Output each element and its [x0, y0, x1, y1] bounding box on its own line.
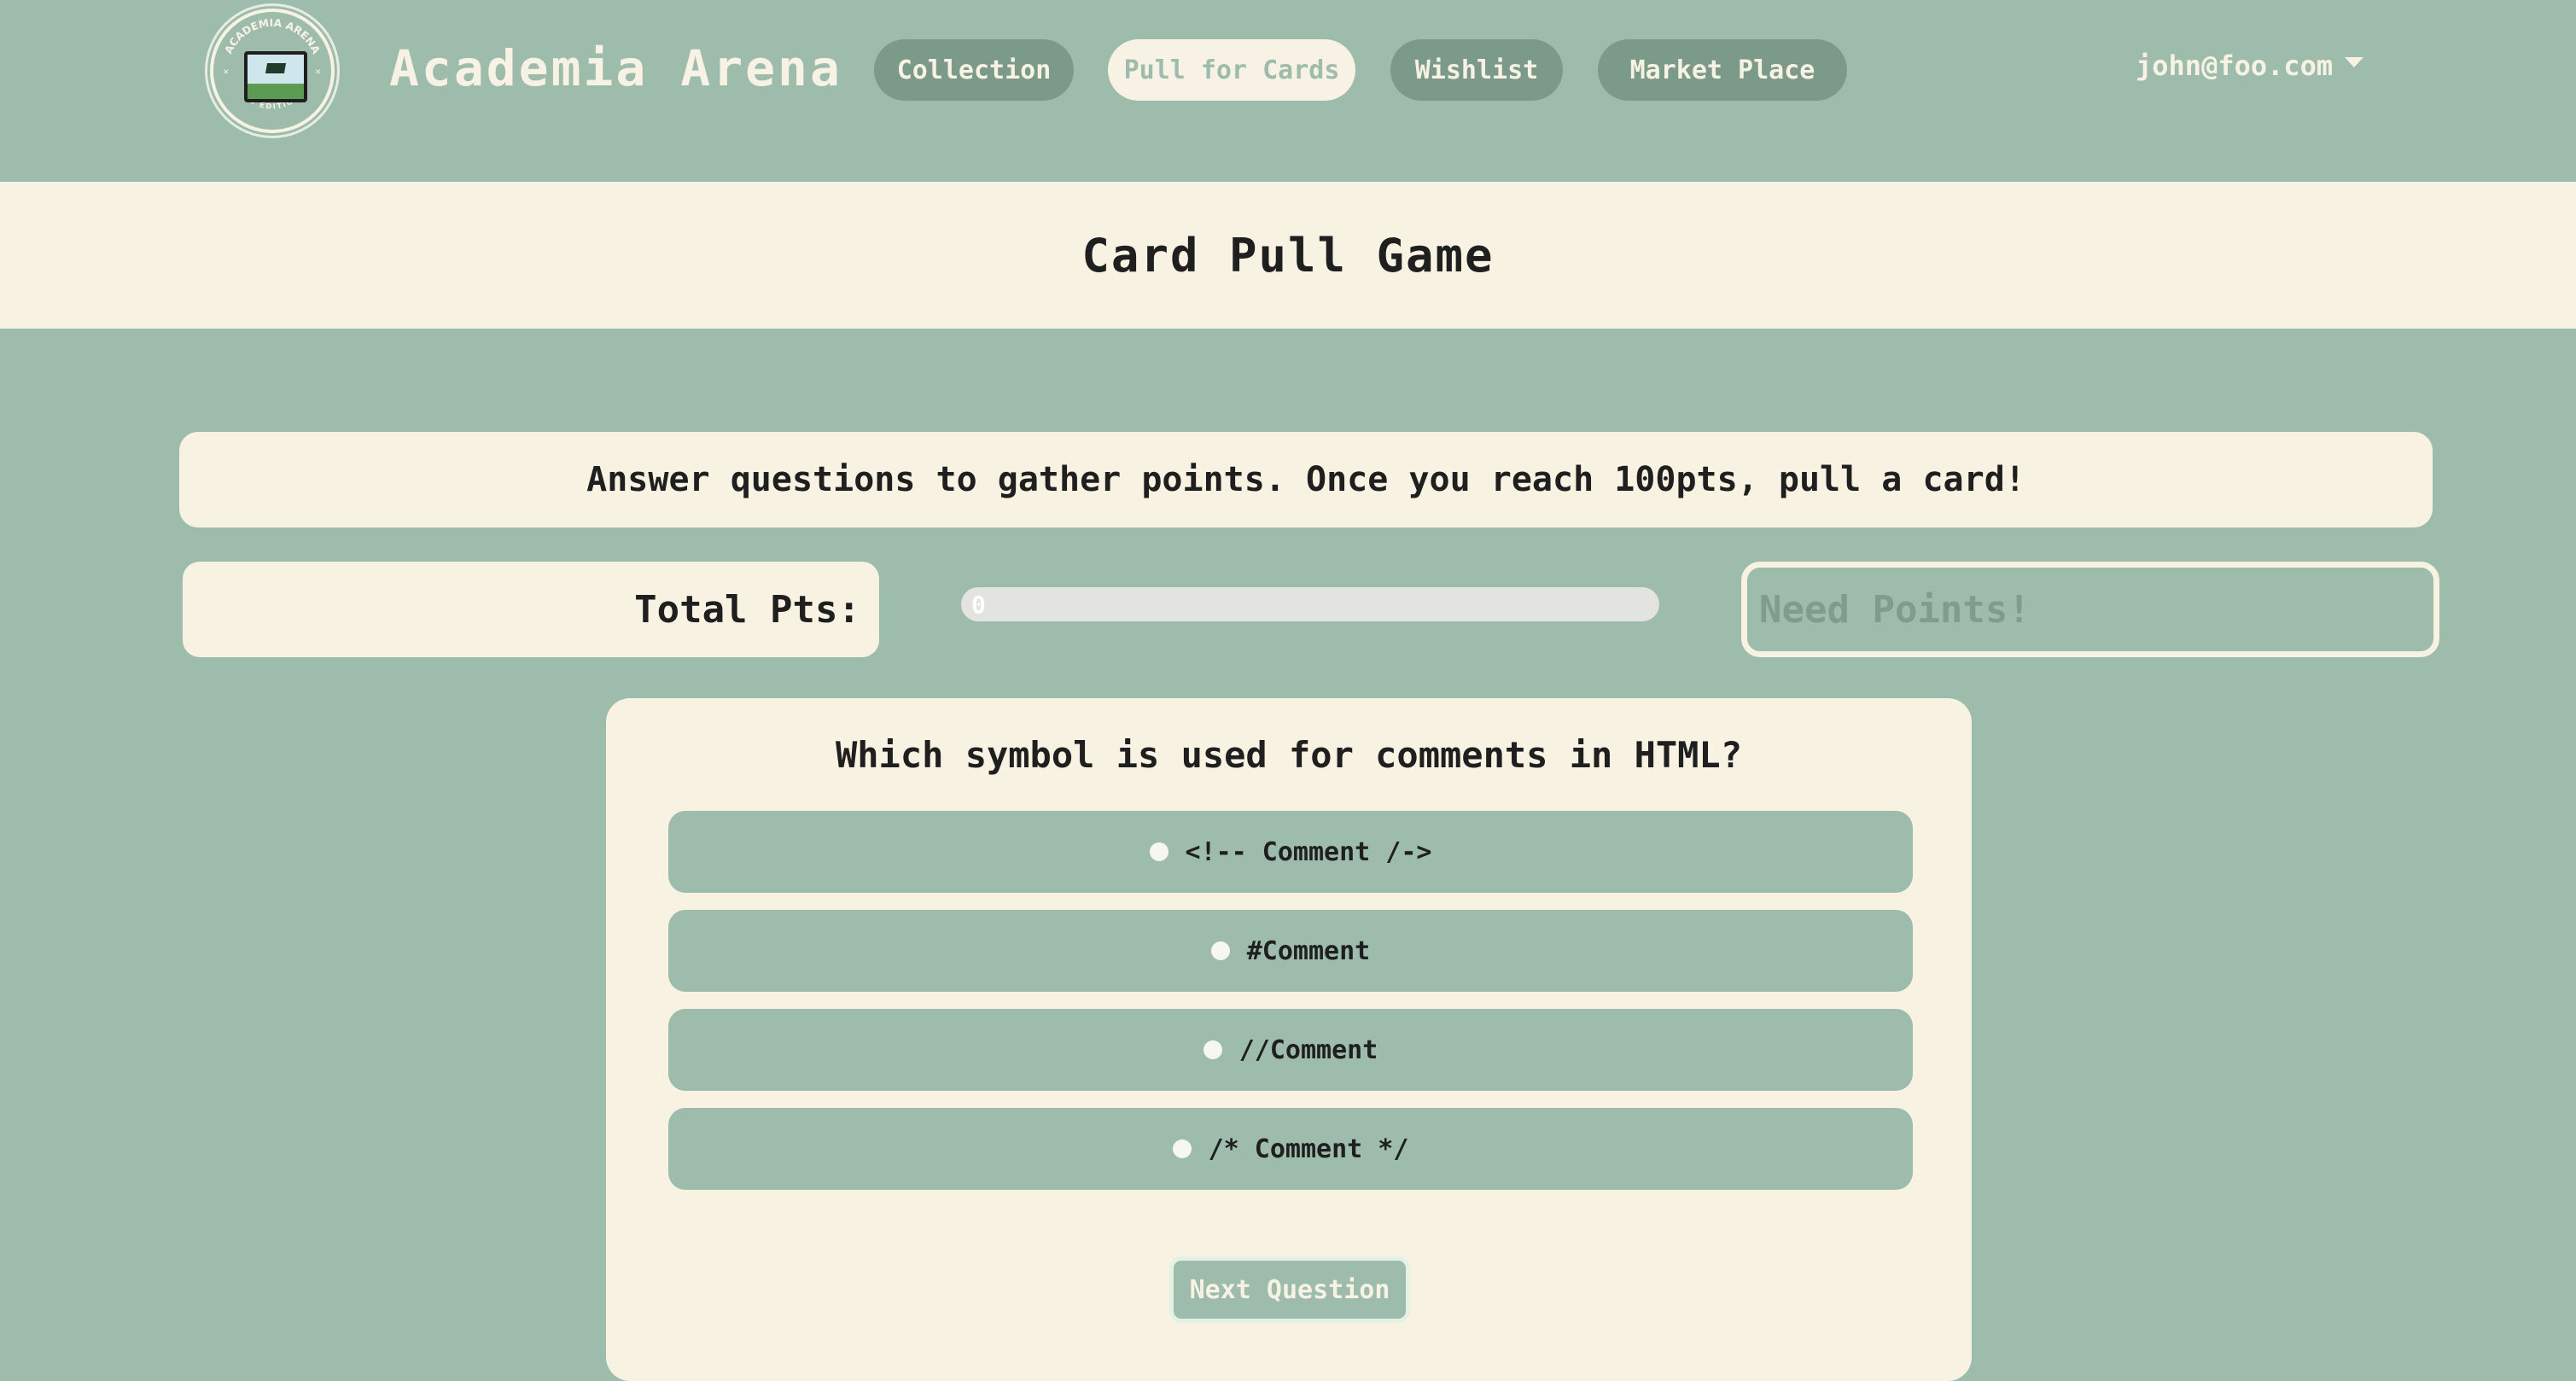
brand-title[interactable]: Academia Arena — [389, 39, 842, 97]
points-progress-value: 0 — [971, 590, 986, 619]
radio-button[interactable] — [1203, 1040, 1222, 1059]
answer-option-label: /* Comment */ — [1208, 1133, 1409, 1164]
user-email: john@foo.com — [2136, 50, 2334, 82]
pull-card-button[interactable]: Need Points! — [1741, 562, 2439, 657]
logo-text-top: ACADEMIA ARENA — [223, 17, 323, 56]
answer-option-label: #Comment — [1246, 935, 1371, 966]
caret-down-icon — [2345, 57, 2364, 67]
answer-option[interactable]: #Comment — [668, 910, 1913, 992]
radio-button[interactable] — [1210, 941, 1230, 960]
total-points-label: Total Pts: — [183, 562, 879, 657]
answer-option[interactable]: /* Comment */ — [668, 1108, 1913, 1190]
answer-option-label: <!-- Comment /-> — [1185, 836, 1432, 867]
answer-option[interactable]: <!-- Comment /-> — [668, 811, 1913, 893]
svg-text:ACADEMIA ARENA: ACADEMIA ARENA — [223, 17, 323, 56]
radio-button[interactable] — [1149, 842, 1169, 861]
title-band: Card Pull Game — [0, 182, 2576, 329]
nav-pull-for-cards-button[interactable]: Pull for Cards — [1108, 39, 1355, 101]
answer-option[interactable]: //Comment — [668, 1009, 1913, 1091]
nav-wishlist-button[interactable]: Wishlist — [1390, 39, 1563, 101]
academia-arena-logo[interactable]: ACADEMIA ARENA CS EDITION × × — [210, 9, 335, 133]
instructions-banner: Answer questions to gather points. Once … — [179, 432, 2433, 527]
svg-text:×: × — [223, 66, 229, 78]
page-title: Card Pull Game — [1081, 228, 1495, 283]
user-menu-dropdown[interactable]: john@foo.com — [2136, 50, 2364, 82]
nav-market-place-button[interactable]: Market Place — [1598, 39, 1847, 101]
question-text: Which symbol is used for comments in HTM… — [835, 734, 1743, 776]
svg-text:×: × — [315, 66, 321, 78]
answer-option-label: //Comment — [1238, 1034, 1378, 1065]
radio-button[interactable] — [1172, 1139, 1192, 1158]
nav-collection-button[interactable]: Collection — [874, 39, 1074, 101]
navbar: ACADEMIA ARENA CS EDITION × × Academia A… — [0, 0, 2576, 182]
graduation-cap-icon — [244, 51, 307, 102]
next-question-button[interactable]: Next Question — [1169, 1256, 1410, 1323]
points-progress-bar: 0 — [961, 587, 1659, 621]
